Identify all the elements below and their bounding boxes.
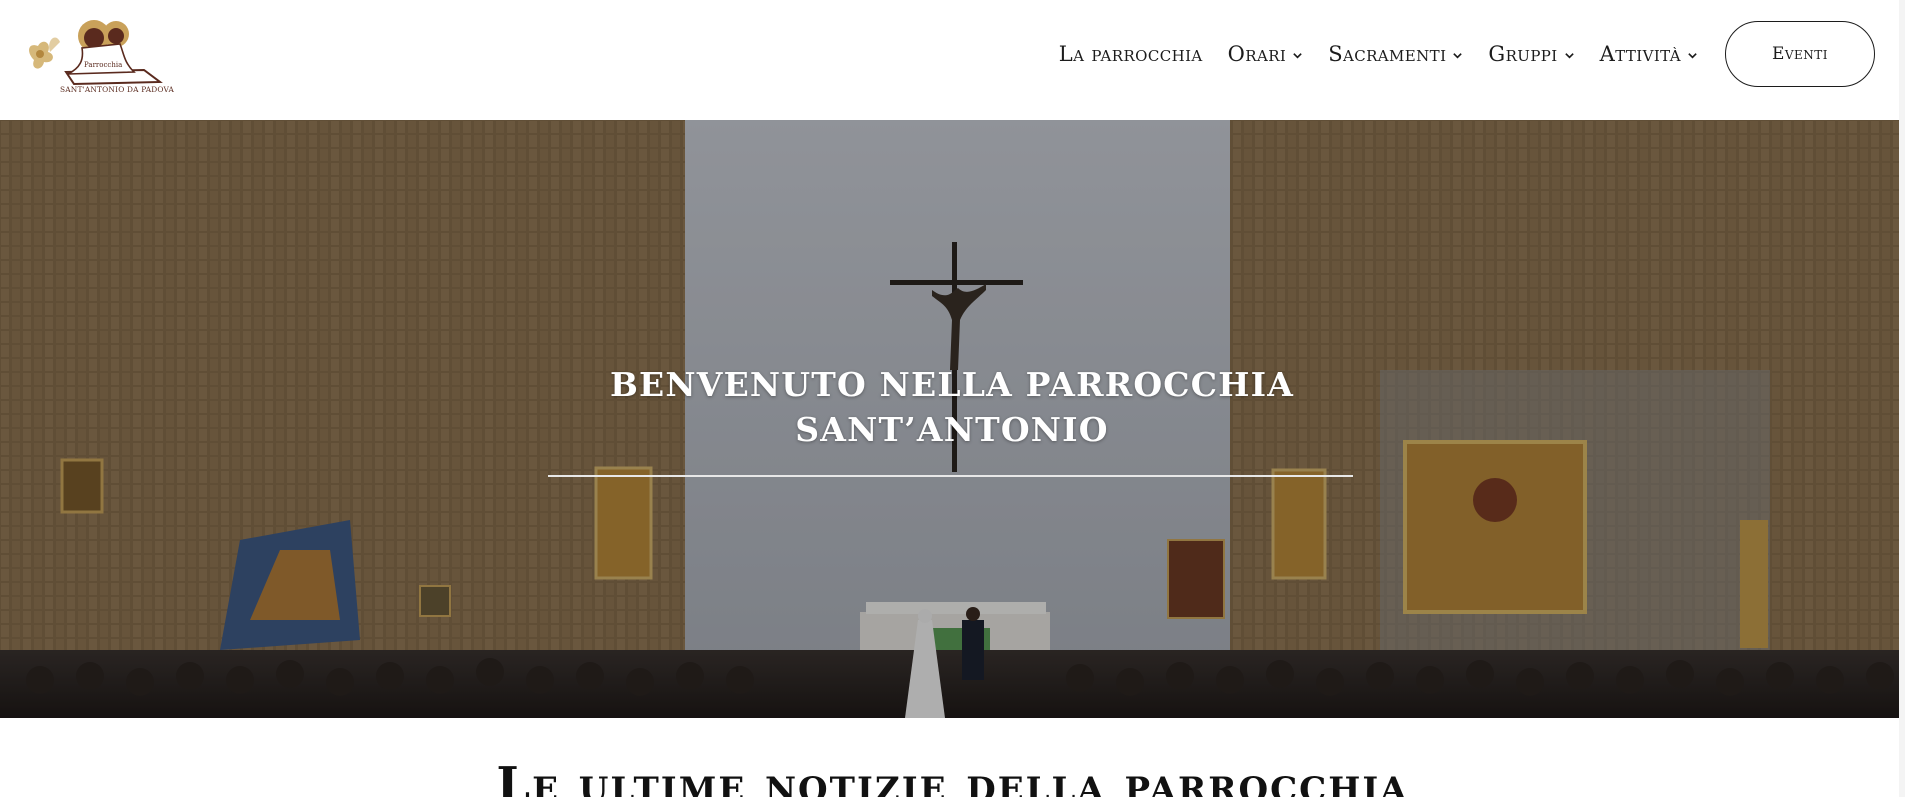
- page-scrollbar[interactable]: [1899, 0, 1905, 797]
- hero-divider: [548, 475, 1353, 477]
- nav-item-label: Sacramenti: [1328, 42, 1447, 66]
- svg-text:Parrocchia: Parrocchia: [84, 61, 122, 69]
- nav-item-label: Attività: [1599, 42, 1681, 66]
- main-nav: La parrocchia Orari Sacramenti Gruppi At…: [1059, 21, 1875, 87]
- nav-item-attivita[interactable]: Attività: [1600, 42, 1698, 66]
- nav-item-sacramenti[interactable]: Sacramenti: [1328, 42, 1463, 66]
- hero-title-line-2: SANT’ANTONIO: [795, 410, 1109, 449]
- logo-image: Parrocchia SANT'ANTONIO DA PADOVA: [29, 20, 174, 94]
- chevron-down-icon: [1292, 50, 1303, 61]
- hero-title: BENVENUTO NELLA PARROCCHIA SANT’ANTONIO: [548, 362, 1356, 452]
- nav-item-label: Gruppi: [1488, 42, 1558, 66]
- nav-item-label: Orari: [1227, 42, 1287, 66]
- chevron-down-icon: [1564, 50, 1575, 61]
- news-section-heading: Le ultime notizie della parrocchia: [496, 757, 1409, 797]
- nav-item-orari[interactable]: Orari: [1228, 42, 1304, 66]
- site-header: Parrocchia SANT'ANTONIO DA PADOVA La par…: [0, 0, 1905, 120]
- nav-item-gruppi[interactable]: Gruppi: [1488, 42, 1574, 66]
- hero-title-line-1: BENVENUTO NELLA PARROCCHIA: [609, 365, 1295, 404]
- eventi-button[interactable]: Eventi: [1725, 21, 1875, 87]
- parish-logo[interactable]: Parrocchia SANT'ANTONIO DA PADOVA: [24, 12, 174, 94]
- chevron-down-icon: [1687, 50, 1698, 61]
- chevron-down-icon: [1452, 50, 1463, 61]
- nav-item-label: La parrocchia: [1058, 42, 1203, 66]
- nav-item-la-parrocchia[interactable]: La parrocchia: [1059, 42, 1203, 66]
- svg-text:SANT'ANTONIO DA PADOVA: SANT'ANTONIO DA PADOVA: [60, 85, 174, 94]
- hero-banner: BENVENUTO NELLA PARROCCHIA SANT’ANTONIO: [0, 120, 1905, 718]
